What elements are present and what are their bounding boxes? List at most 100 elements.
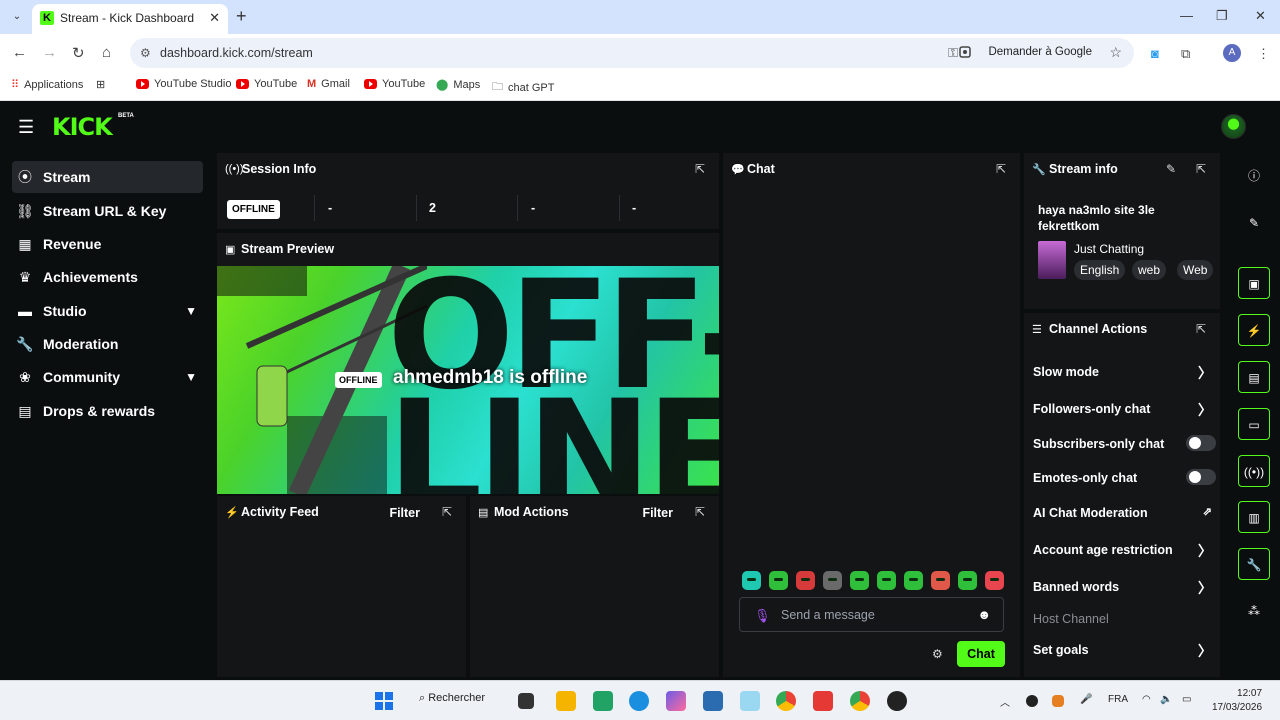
tray-overflow-icon[interactable]: ︿	[1000, 694, 1010, 709]
edge-icon[interactable]	[629, 691, 649, 711]
mod-filter-button[interactable]: Filter	[642, 506, 673, 520]
close-window-icon[interactable]: ✕	[1255, 8, 1266, 24]
taskbar-search[interactable]: ⌕ Rechercher	[419, 692, 485, 705]
emotes-only-toggle[interactable]	[1186, 469, 1216, 485]
sidebar-item-studio[interactable]: ▬ Studio ▼	[12, 295, 203, 327]
wifi-icon[interactable]: ◠	[1142, 694, 1151, 705]
stream-tag[interactable]: web	[1132, 260, 1167, 280]
volume-icon[interactable]: 🔈	[1160, 694, 1172, 705]
edit-pencil-icon[interactable]: ✎	[1166, 162, 1176, 176]
new-tab-icon[interactable]: +	[236, 6, 247, 27]
browser-tab[interactable]: K Stream - Kick Dashboard ✕	[32, 4, 228, 34]
screen-capture-icon[interactable]: ▣	[1238, 267, 1270, 299]
sidebar-item-stream-url-key[interactable]: ⛓ Stream URL & Key	[12, 195, 203, 227]
broadcast-icon[interactable]: ((•))	[1238, 455, 1270, 487]
address-bar[interactable]: ⚙ dashboard.kick.com/stream ⚿ Demander à…	[130, 38, 1134, 68]
bookmark-chat-gpt[interactable]: 🗀 chat GPT	[492, 78, 554, 97]
taskbar-clock[interactable]: 12:07 17/03/2026	[1212, 687, 1262, 715]
reload-icon[interactable]: ↻	[72, 44, 85, 62]
document-icon[interactable]: ▤	[1238, 361, 1270, 393]
copilot-icon[interactable]	[666, 691, 686, 711]
wps-icon[interactable]	[813, 691, 833, 711]
action-followers-only-chat[interactable]: Followers-only chat 〉	[1033, 402, 1216, 418]
password-key-icon[interactable]: ⚿	[948, 45, 958, 61]
bookmark-youtube-studio[interactable]: YouTube Studio	[136, 78, 231, 90]
popout-icon[interactable]: ⇱	[1196, 322, 1206, 336]
task-view-icon[interactable]	[518, 693, 534, 709]
forward-icon[interactable]: →	[42, 44, 57, 61]
bookmark-youtube[interactable]: YouTube	[236, 78, 297, 90]
chat-message-input[interactable]: 🎙 Send a message ☻	[739, 597, 1004, 632]
popout-icon[interactable]: ⇱	[996, 162, 1006, 176]
tray-mic-icon[interactable]: 🎤	[1080, 694, 1092, 705]
sidebar-item-community[interactable]: ❀ Community ▼	[12, 361, 203, 393]
microphone-icon[interactable]: 🎙	[754, 608, 771, 624]
emote-icon[interactable]	[904, 571, 923, 590]
sidebar-item-drops-rewards[interactable]: ▤ Drops & rewards	[12, 395, 203, 427]
restore-icon[interactable]: ❐	[1216, 8, 1228, 24]
bookmark-youtube-2[interactable]: YouTube	[364, 78, 425, 90]
bookmark-gmail[interactable]: M Gmail	[307, 78, 350, 90]
site-info-icon[interactable]: ⚙	[140, 46, 151, 60]
chat-settings-gear-icon[interactable]: ⚙	[932, 647, 943, 661]
camera-icon[interactable]: ▥	[1238, 501, 1270, 533]
popout-icon[interactable]: ⇱	[442, 505, 452, 519]
tray-app-icon[interactable]	[1026, 695, 1038, 707]
bookmark-star-icon[interactable]: ☆	[1109, 44, 1122, 61]
battery-icon[interactable]: ▭	[1182, 694, 1191, 705]
windows-start-icon[interactable]	[375, 692, 393, 710]
ask-google-button[interactable]: Demander à Google	[988, 46, 1092, 58]
home-icon[interactable]: ⌂	[102, 44, 111, 61]
tab-groups-icon[interactable]: ⊞	[96, 78, 105, 91]
user-avatar[interactable]	[1221, 114, 1246, 139]
extensions-puzzle-icon[interactable]: ⧉	[1181, 46, 1190, 62]
kick-logo[interactable]: KICK	[52, 113, 113, 141]
category-name[interactable]: Just Chatting	[1074, 242, 1144, 256]
chat-bubble-icon[interactable]: ▭	[1238, 408, 1270, 440]
tab-search-icon[interactable]: ⌄	[8, 8, 26, 26]
emote-icon[interactable]	[985, 571, 1004, 590]
stream-tag[interactable]: English	[1074, 260, 1126, 280]
action-set-goals[interactable]: Set goals 〉	[1033, 643, 1216, 659]
action-ai-chat-moderation[interactable]: AI Chat Moderation ⇗	[1033, 506, 1216, 520]
subscribers-only-toggle[interactable]	[1186, 435, 1216, 451]
lightning-icon[interactable]: ⚡	[1238, 314, 1270, 346]
wrench-icon[interactable]: 🔧	[1238, 548, 1270, 580]
community-icon[interactable]: ⁂	[1238, 595, 1270, 627]
minimize-icon[interactable]: —	[1180, 8, 1193, 23]
store-icon[interactable]	[703, 691, 723, 711]
excel-icon[interactable]	[593, 691, 613, 711]
emote-icon[interactable]	[769, 571, 788, 590]
emote-icon[interactable]	[850, 571, 869, 590]
tray-app-icon[interactable]	[1052, 695, 1064, 707]
close-tab-icon[interactable]: ✕	[209, 10, 220, 26]
emoji-icon[interactable]: ☻	[977, 607, 991, 622]
activity-filter-button[interactable]: Filter	[389, 506, 420, 520]
chrome-active-icon[interactable]	[850, 691, 870, 711]
action-slow-mode[interactable]: Slow mode 〉	[1033, 365, 1216, 381]
sidebar-item-revenue[interactable]: ▦ Revenue	[12, 228, 203, 260]
extension-icon[interactable]: ◙	[1151, 46, 1159, 61]
sidebar-item-achievements[interactable]: ♛ Achievements	[12, 261, 203, 293]
menu-icon[interactable]: ☰	[18, 117, 34, 138]
emote-icon[interactable]	[742, 571, 761, 590]
file-explorer-icon[interactable]	[556, 691, 576, 711]
back-icon[interactable]: ←	[12, 44, 27, 61]
obs-icon[interactable]	[887, 691, 907, 711]
stream-tag[interactable]: Web	[1177, 260, 1214, 280]
popout-icon[interactable]: ⇱	[695, 162, 705, 176]
language-indicator[interactable]: FRA	[1108, 694, 1128, 705]
emote-icon[interactable]	[796, 571, 815, 590]
emote-icon[interactable]	[823, 571, 842, 590]
popout-icon[interactable]: ⇱	[695, 505, 705, 519]
emote-icon[interactable]	[931, 571, 950, 590]
sidebar-item-stream[interactable]: ⦿ Stream	[12, 161, 203, 193]
action-banned-words[interactable]: Banned words 〉	[1033, 580, 1216, 596]
emote-icon[interactable]	[877, 571, 896, 590]
emote-icon[interactable]	[958, 571, 977, 590]
edit-pencil-icon[interactable]: ✎	[1238, 207, 1270, 239]
sidebar-item-moderation[interactable]: 🔧 Moderation	[12, 328, 203, 360]
profile-avatar[interactable]: A	[1223, 44, 1241, 62]
url-text[interactable]: dashboard.kick.com/stream	[160, 46, 313, 60]
browser-menu-icon[interactable]: ⋮	[1257, 46, 1270, 62]
